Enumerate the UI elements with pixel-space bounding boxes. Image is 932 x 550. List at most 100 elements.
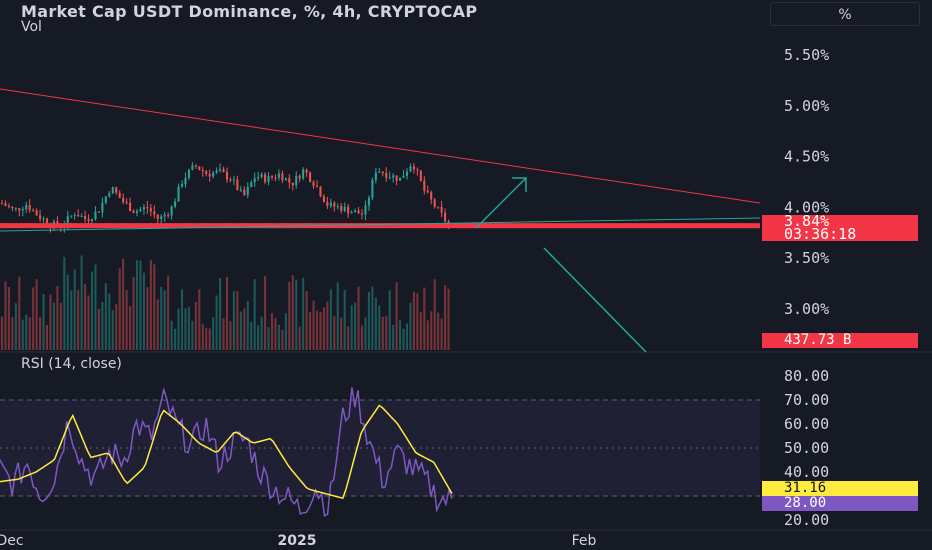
- candle-body: [416, 169, 419, 171]
- volume-bar: [329, 289, 332, 350]
- candle-body: [14, 208, 17, 210]
- volume-bar: [84, 284, 87, 350]
- volume-bar: [253, 279, 256, 350]
- candle-body: [426, 190, 429, 193]
- candle-body: [257, 176, 260, 179]
- volume-bar: [59, 302, 62, 350]
- candle-body: [395, 175, 398, 181]
- candle-body: [277, 173, 280, 178]
- volume-bar: [395, 282, 398, 350]
- volume-bar: [426, 320, 429, 350]
- volume-bar: [295, 279, 298, 350]
- volume-bar: [208, 328, 211, 350]
- candle-body: [129, 202, 132, 211]
- candle-body: [437, 206, 440, 208]
- candle-body: [191, 165, 194, 170]
- candle-body: [108, 193, 111, 197]
- candle-body: [354, 210, 357, 213]
- volume-bar: [437, 312, 440, 350]
- volume-bar: [222, 318, 225, 350]
- volume-label: Vol: [21, 19, 42, 35]
- candle-body: [163, 214, 166, 217]
- volume-bar: [42, 294, 45, 350]
- candle-body: [347, 206, 350, 214]
- candle-body: [419, 170, 422, 181]
- up-arrow: [475, 177, 527, 229]
- candle-body: [399, 177, 402, 181]
- candle-body: [381, 171, 384, 174]
- volume-bar: [385, 316, 388, 350]
- candle-body: [132, 210, 135, 213]
- volume-bar: [52, 302, 55, 350]
- volume-bar: [433, 279, 436, 350]
- candle-body: [219, 169, 222, 171]
- volume-bar: [322, 307, 325, 350]
- candle-body: [409, 166, 412, 172]
- candle-body: [39, 215, 42, 220]
- volume-bar: [309, 312, 312, 350]
- volume-bar: [326, 301, 329, 350]
- candle-body: [139, 209, 142, 212]
- volume-bar: [378, 305, 381, 350]
- volume-bar: [288, 281, 291, 350]
- candle-body: [142, 207, 145, 210]
- volume-bar: [219, 277, 222, 350]
- candle-body: [84, 216, 87, 220]
- candle-body: [156, 214, 159, 219]
- volume-bar: [146, 287, 149, 350]
- candle-body: [388, 177, 391, 179]
- volume-bar: [167, 275, 170, 350]
- candle-body: [28, 205, 31, 211]
- candle-body: [180, 184, 184, 187]
- price-axis-label: 3.50%: [784, 249, 829, 267]
- volume-bar: [354, 302, 357, 350]
- candle-body: [239, 189, 242, 191]
- candle-body: [32, 210, 35, 212]
- candle-body: [302, 169, 305, 179]
- volume-bars: [0, 255, 450, 350]
- volume-bar: [440, 318, 443, 350]
- volume-bar: [281, 329, 284, 350]
- candle-body: [267, 175, 270, 182]
- volume-bar: [4, 281, 7, 350]
- candle-body: [274, 177, 277, 179]
- candle-body: [4, 203, 7, 206]
- volume-bar: [264, 276, 267, 350]
- volume-bar: [170, 320, 173, 350]
- volume-bar: [347, 326, 350, 350]
- volume-bar: [236, 291, 239, 350]
- volume-bar: [18, 276, 21, 350]
- candle-body: [115, 187, 118, 193]
- candle-body: [360, 213, 364, 215]
- candle-body: [319, 186, 322, 197]
- volume-bar: [104, 283, 107, 350]
- volume-bar: [174, 328, 177, 350]
- candle-body: [433, 199, 436, 207]
- candlesticks: [0, 162, 450, 233]
- volume-bar: [239, 311, 242, 350]
- rsi-axis-label: 50.00: [784, 439, 829, 457]
- volume-bar: [277, 324, 280, 350]
- volume-bar: [125, 290, 128, 350]
- candle-body: [405, 171, 409, 176]
- candle-body: [212, 172, 215, 177]
- candle-body: [170, 206, 173, 216]
- volume-bar: [423, 287, 426, 350]
- candle-body: [336, 206, 339, 208]
- chart-canvas[interactable]: 5.50%5.00%4.50%4.00%3.50%3.00%80.0070.00…: [0, 0, 932, 550]
- volume-bar: [205, 328, 208, 350]
- candle-body: [87, 219, 90, 222]
- volume-bar: [45, 325, 49, 350]
- percent-scale-button[interactable]: %: [770, 2, 920, 26]
- candle-body: [125, 202, 128, 204]
- volume-bar: [267, 327, 270, 350]
- volume-bar: [250, 322, 253, 350]
- time-axis-label: Feb: [572, 533, 597, 549]
- price-axis-label: 5.00%: [784, 97, 829, 115]
- candle-body: [264, 174, 267, 182]
- candle-body: [281, 173, 284, 181]
- candle-body: [174, 201, 177, 207]
- candle-body: [177, 186, 180, 202]
- candle-body: [122, 197, 125, 203]
- candle-body: [250, 182, 253, 187]
